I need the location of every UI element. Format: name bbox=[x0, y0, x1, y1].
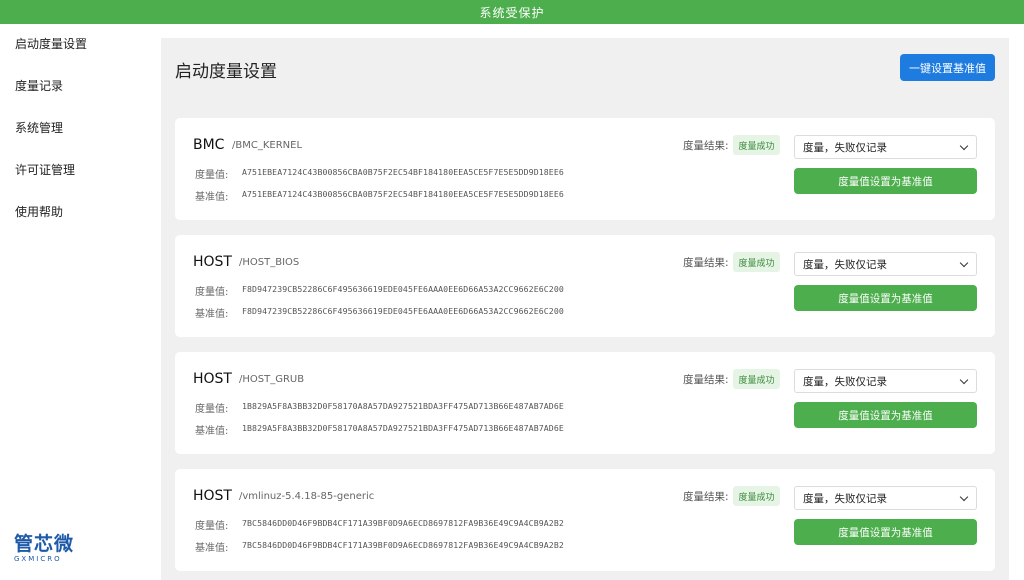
chevron-down-icon bbox=[959, 141, 969, 151]
measure-value-label: 度量值: bbox=[195, 521, 229, 532]
measure-value-label: 度量值: bbox=[195, 287, 229, 298]
result-label: 度量结果: bbox=[683, 257, 729, 269]
measure-policy-select[interactable]: 度量，失败仅记录 bbox=[794, 369, 977, 393]
baseline-value-label: 基准值: bbox=[195, 543, 229, 554]
measure-value: F8D947239CB52286C6F495636619EDE045FE6AAA… bbox=[242, 284, 564, 294]
logo-prefix: 管 bbox=[14, 533, 35, 555]
sidebar-item-system-management[interactable]: 系统管理 bbox=[15, 119, 63, 136]
set-all-baseline-button[interactable]: 一键设置基准值 bbox=[900, 54, 995, 81]
measure-card-host-bios: HOST /HOST_BIOS 度量值: F8D947239CB52286C6F… bbox=[175, 235, 995, 337]
logo-main-text: 芯微 bbox=[34, 533, 75, 555]
measure-value-label: 度量值: bbox=[195, 170, 229, 181]
baseline-value: 1B829A5F8A3BB32D0F58170A8A57DA927521BDA3… bbox=[242, 423, 564, 433]
measure-policy-select[interactable]: 度量，失败仅记录 bbox=[794, 252, 977, 276]
card-path: /vmlinuz-5.4.18-85-generic bbox=[239, 491, 375, 502]
card-type: HOST bbox=[193, 371, 232, 387]
main-panel: 启动度量设置 一键设置基准值 BMC /BMC_KERNEL 度量值: A751… bbox=[161, 38, 1009, 580]
card-path: /HOST_GRUB bbox=[239, 374, 305, 385]
sidebar-item-help[interactable]: 使用帮助 bbox=[15, 203, 63, 220]
set-as-baseline-button[interactable]: 度量值设置为基准值 bbox=[794, 285, 977, 311]
result-label: 度量结果: bbox=[683, 491, 729, 503]
baseline-value: A751EBEA7124C43B00856CBA0B75F2EC54BF1841… bbox=[242, 189, 564, 199]
set-as-baseline-button[interactable]: 度量值设置为基准值 bbox=[794, 402, 977, 428]
measure-policy-select-value: 度量，失败仅记录 bbox=[803, 141, 887, 154]
chevron-down-icon bbox=[959, 492, 969, 502]
set-as-baseline-button[interactable]: 度量值设置为基准值 bbox=[794, 519, 977, 545]
protection-status-bar: 系统受保护 bbox=[0, 0, 1024, 24]
set-as-baseline-button[interactable]: 度量值设置为基准值 bbox=[794, 168, 977, 194]
measure-policy-select-value: 度量，失败仅记录 bbox=[803, 492, 887, 505]
sidebar: 启动度量设置 度量记录 系统管理 许可证管理 使用帮助 bbox=[0, 24, 146, 580]
sidebar-item-measure-records[interactable]: 度量记录 bbox=[15, 77, 63, 94]
measure-policy-select[interactable]: 度量，失败仅记录 bbox=[794, 135, 977, 159]
logo-subtext: GXMICRO bbox=[14, 555, 62, 563]
measure-policy-select-value: 度量，失败仅记录 bbox=[803, 258, 887, 271]
card-type: HOST bbox=[193, 488, 232, 504]
status-badge: 度量成功 bbox=[733, 369, 780, 389]
measure-card-host-grub: HOST /HOST_GRUB 度量值: 1B829A5F8A3BB32D0F5… bbox=[175, 352, 995, 454]
baseline-value: 7BC5846DD0D46F9BDB4CF171A39BF0D9A6ECD869… bbox=[242, 540, 564, 550]
baseline-value: F8D947239CB52286C6F495636619EDE045FE6AAA… bbox=[242, 306, 564, 316]
sidebar-item-license-management[interactable]: 许可证管理 bbox=[15, 161, 75, 178]
measure-policy-select-value: 度量，失败仅记录 bbox=[803, 375, 887, 388]
baseline-value-label: 基准值: bbox=[195, 192, 229, 203]
measure-value-label: 度量值: bbox=[195, 404, 229, 415]
card-type: BMC bbox=[193, 137, 225, 153]
sidebar-item-boot-measure-settings[interactable]: 启动度量设置 bbox=[15, 35, 87, 52]
card-type: HOST bbox=[193, 254, 232, 270]
protection-status-text: 系统受保护 bbox=[479, 5, 545, 20]
chevron-down-icon bbox=[959, 258, 969, 268]
card-path: /BMC_KERNEL bbox=[232, 140, 303, 151]
measure-value: 7BC5846DD0D46F9BDB4CF171A39BF0D9A6ECD869… bbox=[242, 518, 564, 528]
measure-card-host-vmlinuz: HOST /vmlinuz-5.4.18-85-generic 度量值: 7BC… bbox=[175, 469, 995, 571]
result-label: 度量结果: bbox=[683, 374, 729, 386]
card-path: /HOST_BIOS bbox=[239, 257, 300, 268]
page-title: 启动度量设置 bbox=[175, 62, 277, 82]
measure-value: A751EBEA7124C43B00856CBA0B75F2EC54BF1841… bbox=[242, 167, 564, 177]
result-label: 度量结果: bbox=[683, 140, 729, 152]
baseline-value-label: 基准值: bbox=[195, 309, 229, 320]
measure-policy-select[interactable]: 度量，失败仅记录 bbox=[794, 486, 977, 510]
status-badge: 度量成功 bbox=[733, 486, 780, 506]
gxmicro-logo: 管芯微 GXMICRO bbox=[14, 534, 78, 563]
status-badge: 度量成功 bbox=[733, 135, 780, 155]
measure-value: 1B829A5F8A3BB32D0F58170A8A57DA927521BDA3… bbox=[242, 401, 564, 411]
measure-card-bmc-kernel: BMC /BMC_KERNEL 度量值: A751EBEA7124C43B008… bbox=[175, 118, 995, 220]
chevron-down-icon bbox=[959, 375, 969, 385]
baseline-value-label: 基准值: bbox=[195, 426, 229, 437]
status-badge: 度量成功 bbox=[733, 252, 780, 272]
